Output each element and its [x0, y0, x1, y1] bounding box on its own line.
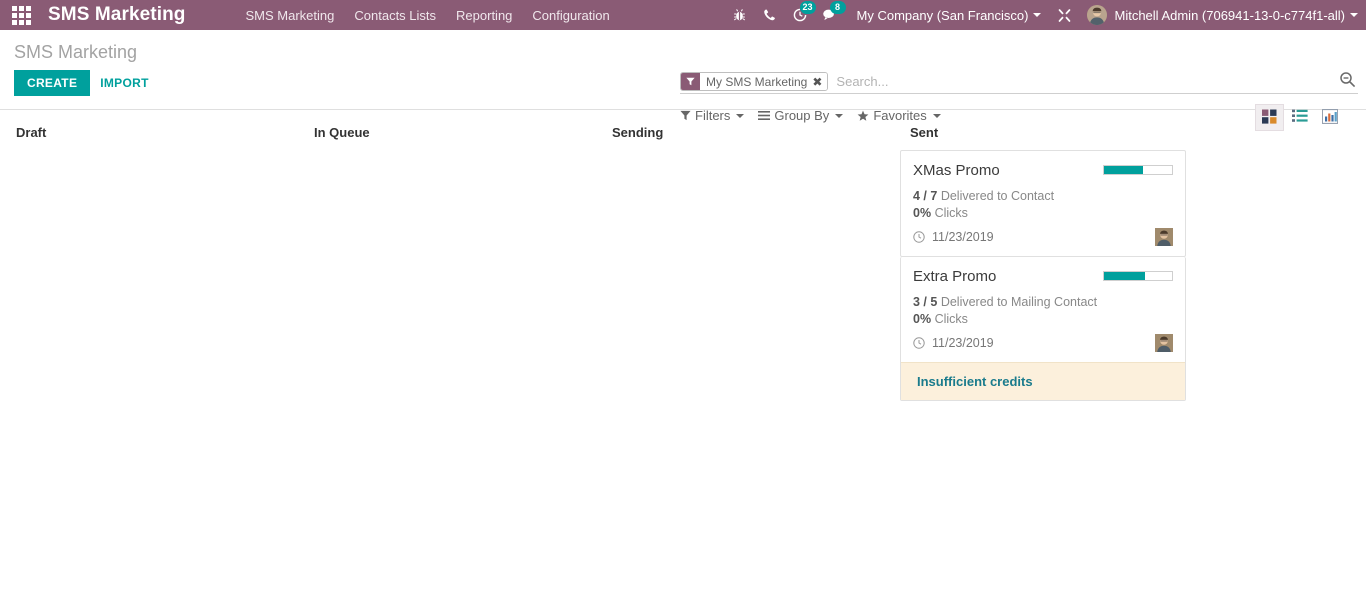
company-switcher[interactable]: My Company (San Francisco): [845, 8, 1050, 23]
search-input[interactable]: [834, 73, 1332, 90]
kanban-column-sent: Sent XMas Promo 4 / 7 Delivered to Conta…: [894, 110, 1192, 614]
kanban-column-draft: Draft: [0, 110, 298, 614]
bug-icon[interactable]: [725, 0, 755, 30]
card-date: 11/23/2019: [913, 230, 994, 244]
navbar-right-tools: 23 8 My Company (San Francisco): [725, 0, 1358, 30]
search-options-row: Filters Group By Favorites: [680, 108, 955, 123]
view-switcher: [1254, 104, 1344, 131]
chevron-down-icon: [736, 114, 744, 118]
delivery-progress-bar: [1103, 271, 1173, 281]
activity-count-badge: 23: [800, 1, 816, 14]
delivered-stat: 4 / 7 Delivered to Contact: [913, 188, 1173, 205]
search-facet[interactable]: My SMS Marketing ✖: [680, 72, 828, 91]
insufficient-credits-alert: Insufficient credits: [901, 362, 1185, 400]
clicks-value: 0%: [913, 206, 931, 220]
search-facet-label: My SMS Marketing: [700, 73, 810, 90]
delivery-progress-bar: [1103, 165, 1173, 175]
app-brand-title: SMS Marketing: [42, 4, 200, 26]
top-navbar: SMS Marketing SMS Marketing Contacts Lis…: [0, 0, 1366, 30]
messages-count-badge: 8: [830, 1, 846, 14]
clicks-stat: 0% Clicks: [913, 311, 1173, 328]
filter-icon: [680, 110, 691, 121]
card-footer: 11/23/2019: [913, 228, 1173, 246]
menu-item-configuration[interactable]: Configuration: [522, 2, 619, 29]
search-area: My SMS Marketing ✖: [680, 70, 1358, 94]
activity-clock-icon[interactable]: 23: [785, 0, 815, 30]
card-stats: 4 / 7 Delivered to Contact 0% Clicks: [913, 188, 1173, 222]
graph-view-button[interactable]: [1315, 104, 1344, 131]
card-date: 11/23/2019: [913, 336, 994, 350]
clicks-value: 0%: [913, 312, 931, 326]
filter-icon: [681, 73, 700, 90]
delivered-label: Delivered to Mailing Contact: [941, 295, 1097, 309]
kanban-card[interactable]: Extra Promo 3 / 5 Delivered to Mailing C…: [900, 257, 1186, 401]
search-box[interactable]: My SMS Marketing ✖: [680, 70, 1358, 94]
avatar: [1155, 334, 1173, 352]
create-button[interactable]: CREATE: [14, 70, 90, 96]
menu-item-sms-marketing[interactable]: SMS Marketing: [236, 2, 345, 29]
avatar: [1155, 228, 1173, 246]
card-date-value: 11/23/2019: [932, 336, 994, 350]
menu-item-contacts-lists[interactable]: Contacts Lists: [344, 2, 446, 29]
clock-icon: [913, 337, 925, 349]
phone-icon[interactable]: [755, 0, 785, 30]
main-menu: SMS Marketing Contacts Lists Reporting C…: [236, 2, 620, 29]
kanban-view-button[interactable]: [1255, 104, 1284, 131]
card-footer: 11/23/2019: [913, 334, 1173, 352]
user-name: Mitchell Admin (706941-13-0-c774f1-all): [1114, 8, 1345, 23]
card-title: XMas Promo: [913, 161, 1000, 180]
menu-item-reporting[interactable]: Reporting: [446, 2, 522, 29]
favorites-label: Favorites: [873, 108, 926, 123]
clicks-label: Clicks: [935, 312, 968, 326]
chevron-down-icon: [1350, 13, 1358, 17]
company-name: My Company (San Francisco): [857, 8, 1029, 23]
filters-label: Filters: [695, 108, 730, 123]
group-by-label: Group By: [774, 108, 829, 123]
control-panel: SMS Marketing CREATE IMPORT My SMS Marke…: [0, 30, 1366, 110]
card-stats: 3 / 5 Delivered to Mailing Contact 0% Cl…: [913, 294, 1173, 328]
card-date-value: 11/23/2019: [932, 230, 994, 244]
apps-menu-button[interactable]: [0, 0, 42, 30]
delivered-stat: 3 / 5 Delivered to Mailing Contact: [913, 294, 1173, 311]
bar-chart-icon: [1322, 109, 1338, 127]
breadcrumb[interactable]: SMS Marketing: [0, 30, 1366, 64]
chevron-down-icon: [835, 114, 843, 118]
chevron-down-icon: [933, 114, 941, 118]
delivered-count: 3 / 5: [913, 295, 937, 309]
apps-grid-icon: [12, 6, 31, 25]
search-icon[interactable]: [1339, 71, 1356, 91]
import-button[interactable]: IMPORT: [90, 70, 158, 96]
delivered-label: Delivered to Contact: [941, 189, 1054, 203]
kanban-column-sending: Sending: [596, 110, 894, 614]
star-icon: [857, 110, 869, 122]
progress-fill: [1104, 166, 1143, 174]
kanban-column-in-queue: In Queue: [298, 110, 596, 614]
card-header: Extra Promo: [913, 267, 1173, 286]
kanban-card[interactable]: XMas Promo 4 / 7 Delivered to Contact 0%…: [900, 150, 1186, 257]
favorites-dropdown[interactable]: Favorites: [857, 108, 940, 123]
close-icon[interactable]: ✖: [810, 73, 827, 90]
kanban-board: Draft In Queue Sending Sent XMas Promo 4…: [0, 110, 1366, 614]
user-menu[interactable]: Mitchell Admin (706941-13-0-c774f1-all): [1079, 5, 1358, 25]
insufficient-credits-link[interactable]: Insufficient credits: [917, 374, 1033, 389]
chevron-down-icon: [1033, 13, 1041, 17]
kanban-column-title[interactable]: Draft: [6, 110, 292, 150]
list-lines-icon: [758, 110, 770, 121]
filters-dropdown[interactable]: Filters: [680, 108, 744, 123]
group-by-dropdown[interactable]: Group By: [758, 108, 843, 123]
scissors-icon[interactable]: [1049, 0, 1079, 30]
clock-icon: [913, 231, 925, 243]
list-view-button[interactable]: [1285, 104, 1314, 131]
delivered-count: 4 / 7: [913, 189, 937, 203]
kanban-column-title[interactable]: In Queue: [304, 110, 590, 150]
clicks-label: Clicks: [935, 206, 968, 220]
kanban-icon: [1262, 109, 1277, 127]
avatar: [1087, 5, 1107, 25]
list-icon: [1292, 109, 1308, 126]
messages-icon[interactable]: 8: [815, 0, 845, 30]
clicks-stat: 0% Clicks: [913, 205, 1173, 222]
progress-fill: [1104, 272, 1145, 280]
card-title: Extra Promo: [913, 267, 996, 286]
card-header: XMas Promo: [913, 161, 1173, 180]
